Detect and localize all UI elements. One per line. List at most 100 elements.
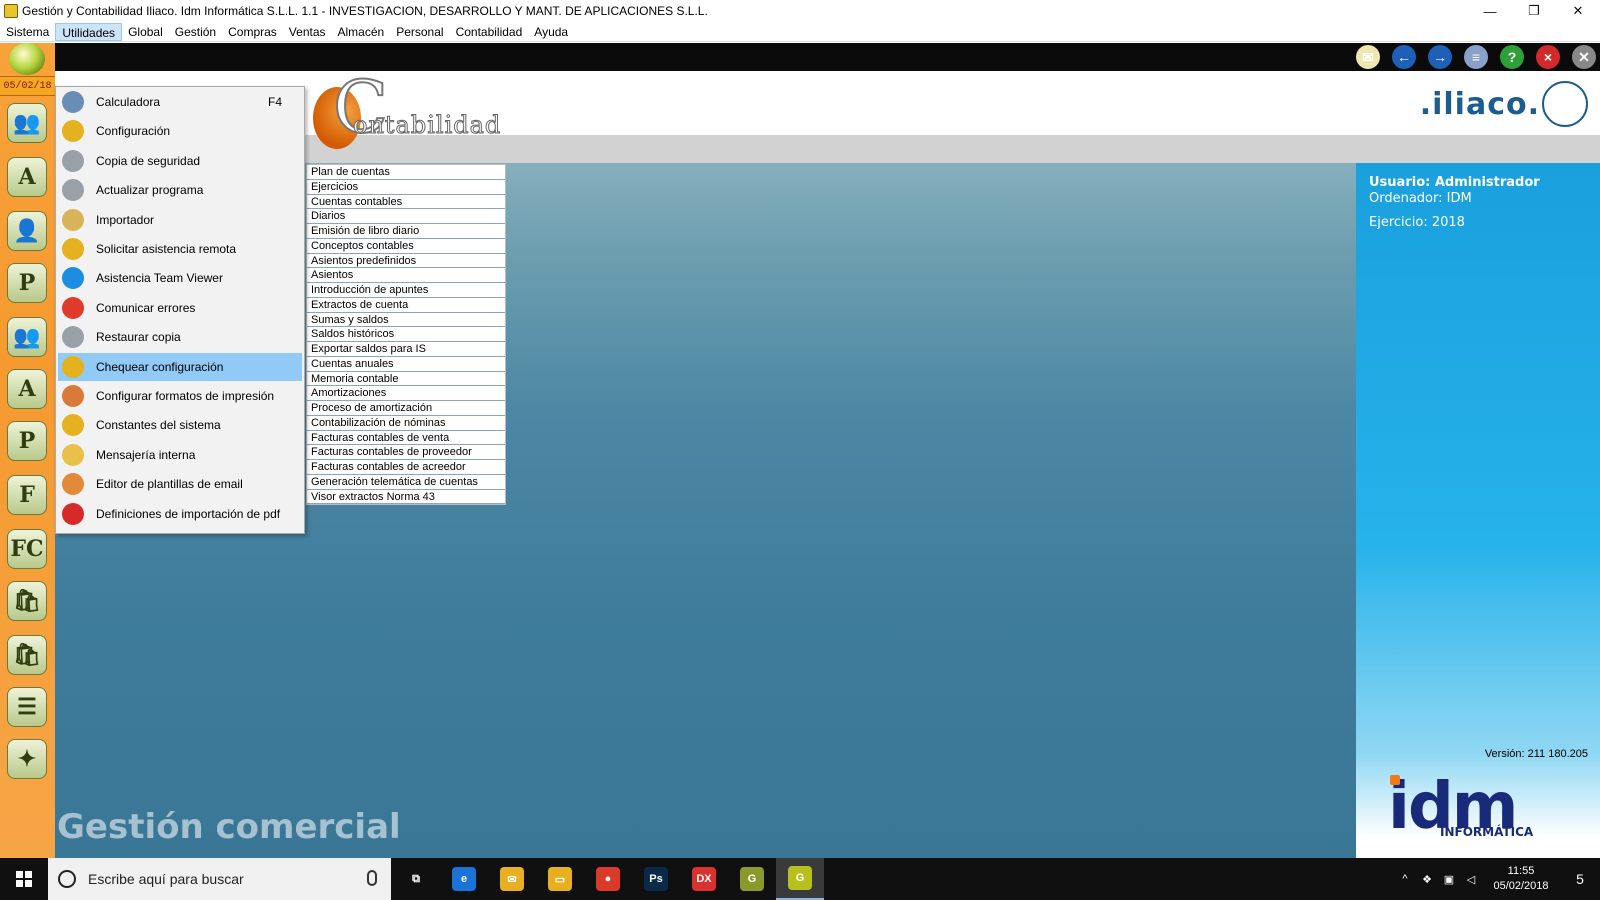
utilidades-menu-item[interactable]: Definiciones de importación de pdf [58, 500, 302, 528]
utilidades-menu-item[interactable]: Comunicar errores [58, 294, 302, 322]
restore-button[interactable]: ❐ [1512, 0, 1556, 22]
taskbar-app-1[interactable]: e [440, 858, 488, 900]
disc-icon [62, 179, 84, 202]
contabilidad-item[interactable]: Diarios [307, 209, 505, 224]
taskbar-search[interactable]: Escribe aquí para buscar [48, 858, 391, 900]
contabilidad-item[interactable]: Extractos de cuenta [307, 298, 505, 313]
taskbar-app-3[interactable]: ▭ [536, 858, 584, 900]
app-logo-orb[interactable] [9, 43, 45, 75]
sidebar-button-7[interactable]: F [5, 473, 49, 517]
sidebar-button-3[interactable]: P [5, 261, 49, 305]
contabilidad-item[interactable]: Ejercicios [307, 180, 505, 195]
contabilidad-item[interactable]: Facturas contables de acreedor [307, 460, 505, 475]
network-icon[interactable]: ▣ [1438, 873, 1460, 886]
computer-label: Ordenador: IDM [1369, 191, 1472, 206]
utilidades-menu-item[interactable]: Editor de plantillas de email [58, 470, 302, 498]
close-button[interactable]: ✕ [1556, 0, 1600, 22]
dropbox-icon[interactable]: ❖ [1416, 873, 1438, 886]
contabilidad-item[interactable]: Generación telemática de cuentas [307, 475, 505, 490]
sidebar-button-4[interactable]: 👥 [5, 315, 49, 359]
sidebar-button-10[interactable]: 🛍 [5, 633, 49, 677]
show-hidden-icons-icon[interactable]: ^ [1394, 873, 1416, 885]
exit-icon[interactable]: ✕ [1572, 45, 1596, 69]
envelope-icon[interactable]: ✉ [1356, 45, 1380, 69]
contabilidad-item[interactable]: Exportar saldos para IS [307, 342, 505, 357]
help-icon[interactable]: ? [1500, 45, 1524, 69]
gear-icon [62, 120, 84, 143]
menu-3[interactable]: Gestión [169, 23, 222, 41]
contabilidad-item[interactable]: Cuentas contables [307, 195, 505, 210]
contabilidad-item[interactable]: Saldos históricos [307, 327, 505, 342]
contabilidad-item[interactable]: Facturas contables de venta [307, 431, 505, 446]
menu-6[interactable]: Almacén [332, 23, 391, 41]
iliaco-app-active-icon: G [788, 866, 812, 890]
taskbar-app-7[interactable]: G [728, 858, 776, 900]
sidebar-button-1[interactable]: A [5, 155, 49, 199]
menu-2[interactable]: Global [122, 23, 169, 41]
contabilidad-item[interactable]: Amortizaciones [307, 386, 505, 401]
notifications-icon[interactable]: 5 [1560, 858, 1600, 900]
utilidades-menu-item[interactable]: Configurar formatos de impresión [58, 382, 302, 410]
taskbar-app-0[interactable]: ⧉ [392, 858, 440, 900]
system-tray: ^ ❖ ▣ ◁ 11:55 05/02/2018 5 [1394, 858, 1600, 900]
menu-9[interactable]: Ayuda [528, 23, 574, 41]
utilidades-menu-item[interactable]: Restaurar copia [58, 323, 302, 351]
taskbar-app-8[interactable]: G [776, 858, 824, 900]
menu-8[interactable]: Contabilidad [450, 23, 529, 41]
contabilidad-item[interactable]: Asientos predefinidos [307, 254, 505, 269]
sidebar-button-0[interactable]: 👥 [5, 101, 49, 145]
clock[interactable]: 11:55 05/02/2018 [1482, 864, 1560, 894]
sidebar-button-12[interactable]: ✦ [5, 737, 49, 781]
start-button[interactable] [0, 858, 47, 900]
close-red-icon[interactable]: × [1536, 45, 1560, 69]
idm-logo-dot [1390, 775, 1400, 785]
utilidades-menu-item[interactable]: Configuración [58, 117, 302, 145]
sidebar-button-11[interactable]: ☰ [5, 685, 49, 729]
sidebar-button-6[interactable]: P [5, 419, 49, 463]
calculator-icon [62, 91, 84, 113]
sidebar-button-9[interactable]: 🛍 [5, 579, 49, 623]
contabilidad-item[interactable]: Facturas contables de proveedor [307, 445, 505, 460]
minimize-button[interactable]: — [1468, 0, 1512, 22]
contacts-icon: 👥 [7, 317, 47, 357]
taskbar-app-2[interactable]: ✉ [488, 858, 536, 900]
contabilidad-item[interactable]: Emisión de libro diario [307, 224, 505, 239]
utilidades-menu-item[interactable]: Importador [58, 206, 302, 234]
contabilidad-item[interactable]: Contabilización de nóminas [307, 416, 505, 431]
menu-5[interactable]: Ventas [283, 23, 332, 41]
shopping-bag-orange-icon: 🛍 [7, 635, 47, 675]
sidebar-button-8[interactable]: FC [5, 527, 49, 571]
contabilidad-item[interactable]: Introducción de apuntes [307, 283, 505, 298]
utilidades-menu-item[interactable]: Constantes del sistema [58, 411, 302, 439]
utilidades-menu-item[interactable]: Asistencia Team Viewer [58, 264, 302, 292]
contabilidad-item[interactable]: Asientos [307, 268, 505, 283]
menu-7[interactable]: Personal [390, 23, 449, 41]
menu-0[interactable]: Sistema [0, 23, 55, 41]
utilidades-menu-item[interactable]: Chequear configuración [58, 352, 302, 381]
contabilidad-item[interactable]: Memoria contable [307, 372, 505, 387]
microphone-icon[interactable] [367, 870, 377, 886]
sidebar-button-2[interactable]: 👤 [5, 209, 49, 253]
forward-arrow-icon[interactable]: → [1428, 45, 1452, 69]
menu-1[interactable]: Utilidades [55, 22, 123, 41]
idm-logo: idm INFORMÁTICA [1388, 775, 1588, 847]
sidebar-button-5[interactable]: A [5, 367, 49, 411]
taskbar-app-4[interactable]: ● [584, 858, 632, 900]
utilidades-menu-item[interactable]: Copia de seguridad [58, 147, 302, 175]
contabilidad-item[interactable]: Visor extractos Norma 43 [307, 490, 505, 505]
contabilidad-item[interactable]: Plan de cuentas [307, 165, 505, 180]
menu-4[interactable]: Compras [222, 23, 283, 41]
taskbar-app-5[interactable]: Ps [632, 858, 680, 900]
contabilidad-item[interactable]: Sumas y saldos [307, 313, 505, 328]
contabilidad-item[interactable]: Proceso de amortización [307, 401, 505, 416]
contabilidad-item[interactable]: Conceptos contables [307, 239, 505, 254]
utilidades-menu-item[interactable]: Calculadora F4 [58, 88, 302, 116]
list-icon[interactable]: ≡ [1464, 45, 1488, 69]
utilidades-menu-item[interactable]: Mensajería interna [58, 441, 302, 469]
taskbar-app-6[interactable]: DX [680, 858, 728, 900]
utilidades-menu-item[interactable]: Solicitar asistencia remota [58, 235, 302, 263]
utilidades-menu-item[interactable]: Actualizar programa [58, 176, 302, 204]
back-arrow-icon[interactable]: ← [1392, 45, 1416, 69]
contabilidad-item[interactable]: Cuentas anuales [307, 357, 505, 372]
volume-icon[interactable]: ◁ [1460, 873, 1482, 886]
